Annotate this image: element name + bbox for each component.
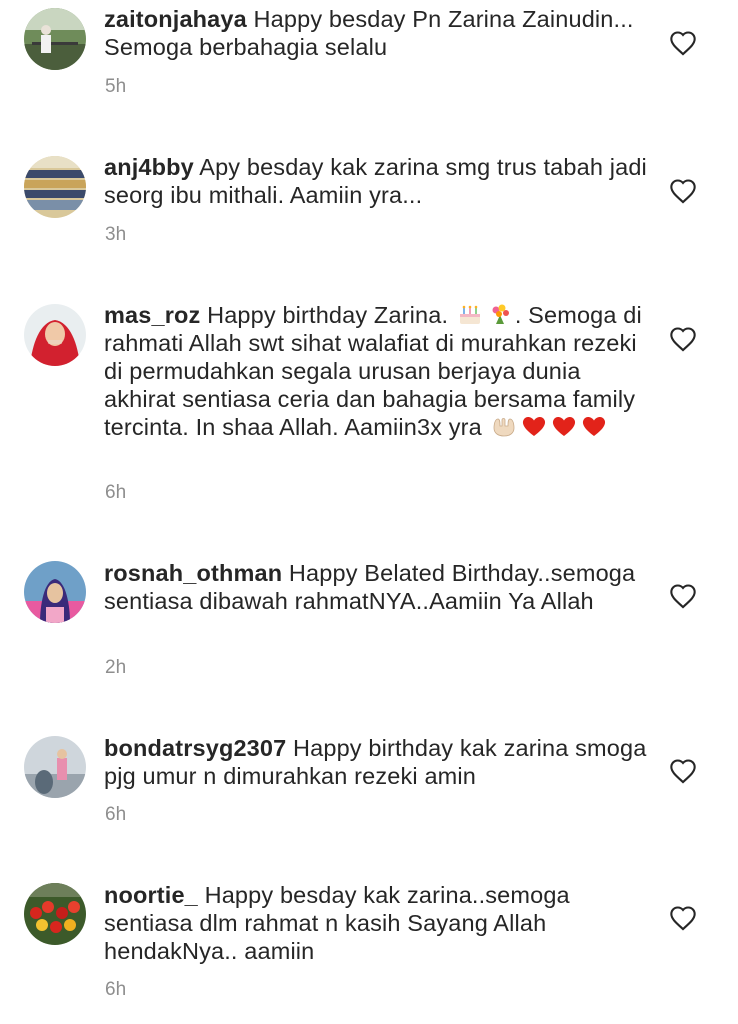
- red-heart-emoji: [581, 414, 607, 438]
- comment-text: zaitonjahaya Happy besday Pn Zarina Zain…: [104, 5, 649, 61]
- comment-timestamp: 2h: [105, 657, 127, 678]
- comment-username[interactable]: zaitonjahaya: [104, 6, 247, 32]
- comment-username[interactable]: mas_roz: [104, 302, 200, 328]
- comment-text: anj4bby Apy besday kak zarina smg trus t…: [104, 153, 649, 209]
- comment-timestamp: 3h: [105, 224, 127, 245]
- comment-username[interactable]: rosnah_othman: [104, 560, 282, 586]
- birthday-cake-emoji: [457, 302, 483, 326]
- avatar[interactable]: [24, 304, 86, 366]
- red-heart-emoji: [551, 414, 577, 438]
- like-heart-icon[interactable]: [669, 905, 697, 931]
- comment-timestamp: 6h: [105, 804, 127, 825]
- comment-username[interactable]: anj4bby: [104, 154, 194, 180]
- comment-text: bondatrsyg2307 Happy birthday kak zarina…: [104, 734, 649, 790]
- comment-text: noortie_ Happy besday kak zarina..semoga…: [104, 881, 649, 965]
- comment-timestamp: 6h: [105, 482, 127, 503]
- comment-timestamp: 6h: [105, 979, 127, 1000]
- red-heart-emoji: [521, 414, 547, 438]
- like-heart-icon[interactable]: [669, 30, 697, 56]
- avatar[interactable]: [24, 8, 86, 70]
- bouquet-emoji: [487, 302, 513, 326]
- comment-username[interactable]: noortie_: [104, 882, 198, 908]
- avatar[interactable]: [24, 883, 86, 945]
- avatar[interactable]: [24, 561, 86, 623]
- like-heart-icon[interactable]: [669, 178, 697, 204]
- avatar[interactable]: [24, 736, 86, 798]
- palms-up-emoji: [491, 414, 517, 438]
- comment-username[interactable]: bondatrsyg2307: [104, 735, 286, 761]
- avatar[interactable]: [24, 156, 86, 218]
- comment-text: rosnah_othman Happy Belated Birthday..se…: [104, 559, 649, 615]
- like-heart-icon[interactable]: [669, 758, 697, 784]
- comment-text: mas_roz Happy birthday Zarina. . Semoga …: [104, 301, 649, 441]
- like-heart-icon[interactable]: [669, 583, 697, 609]
- like-heart-icon[interactable]: [669, 326, 697, 352]
- comment-timestamp: 5h: [105, 76, 127, 97]
- comment-body-part1: Happy birthday Zarina.: [207, 302, 449, 328]
